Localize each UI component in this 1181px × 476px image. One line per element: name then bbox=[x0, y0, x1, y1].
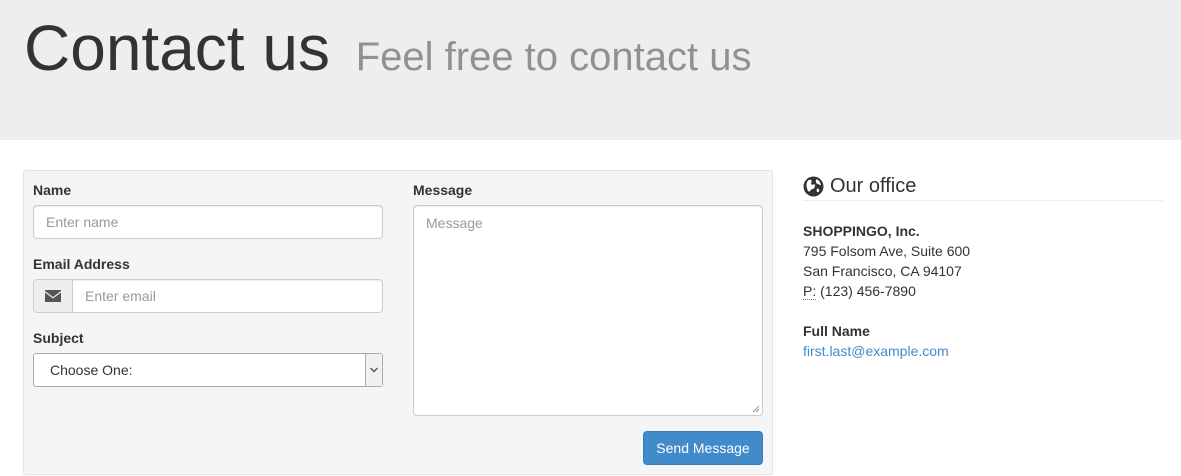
page-title: Contact us Feel free to contact us bbox=[24, 10, 751, 95]
contact-name: Full Name bbox=[803, 323, 870, 339]
name-input[interactable]: Enter name bbox=[33, 205, 383, 239]
page-header: Contact us Feel free to contact us bbox=[0, 0, 1181, 140]
page-subtitle: Feel free to contact us bbox=[355, 35, 752, 79]
globe-icon bbox=[803, 176, 824, 196]
resize-grip-icon[interactable] bbox=[751, 404, 760, 413]
phone-abbr: P: bbox=[803, 283, 817, 300]
office-heading-text: Our office bbox=[830, 174, 917, 197]
envelope-icon bbox=[45, 290, 61, 302]
message-placeholder: Message bbox=[426, 215, 483, 231]
send-message-button[interactable]: Send Message bbox=[643, 431, 763, 465]
message-textarea[interactable]: Message bbox=[413, 205, 763, 416]
company-name: SHOPPINGO, Inc. bbox=[803, 223, 920, 239]
phone-line: P: (123) 456-7890 bbox=[803, 281, 970, 301]
email-addon bbox=[33, 279, 73, 313]
page-title-text: Contact us bbox=[24, 12, 330, 84]
email-label: Email Address bbox=[33, 256, 130, 272]
subject-select-value: Choose One: bbox=[50, 362, 133, 378]
office-heading: Our office bbox=[803, 172, 1163, 201]
office-address: SHOPPINGO, Inc. 795 Folsom Ave, Suite 60… bbox=[803, 221, 970, 301]
street-address: 795 Folsom Ave, Suite 600 bbox=[803, 243, 971, 259]
phone-number: (123) 456-7890 bbox=[820, 283, 916, 299]
city-address: San Francisco, CA 94107 bbox=[803, 263, 962, 279]
contact-email-link[interactable]: first.last@example.com bbox=[803, 341, 949, 361]
chevron-down-icon[interactable] bbox=[365, 354, 382, 386]
message-label: Message bbox=[413, 182, 473, 198]
name-label: Name bbox=[33, 182, 72, 198]
subject-label: Subject bbox=[33, 330, 84, 346]
subject-select[interactable]: Choose One: bbox=[33, 353, 383, 387]
email-input[interactable]: Enter email bbox=[72, 279, 383, 313]
